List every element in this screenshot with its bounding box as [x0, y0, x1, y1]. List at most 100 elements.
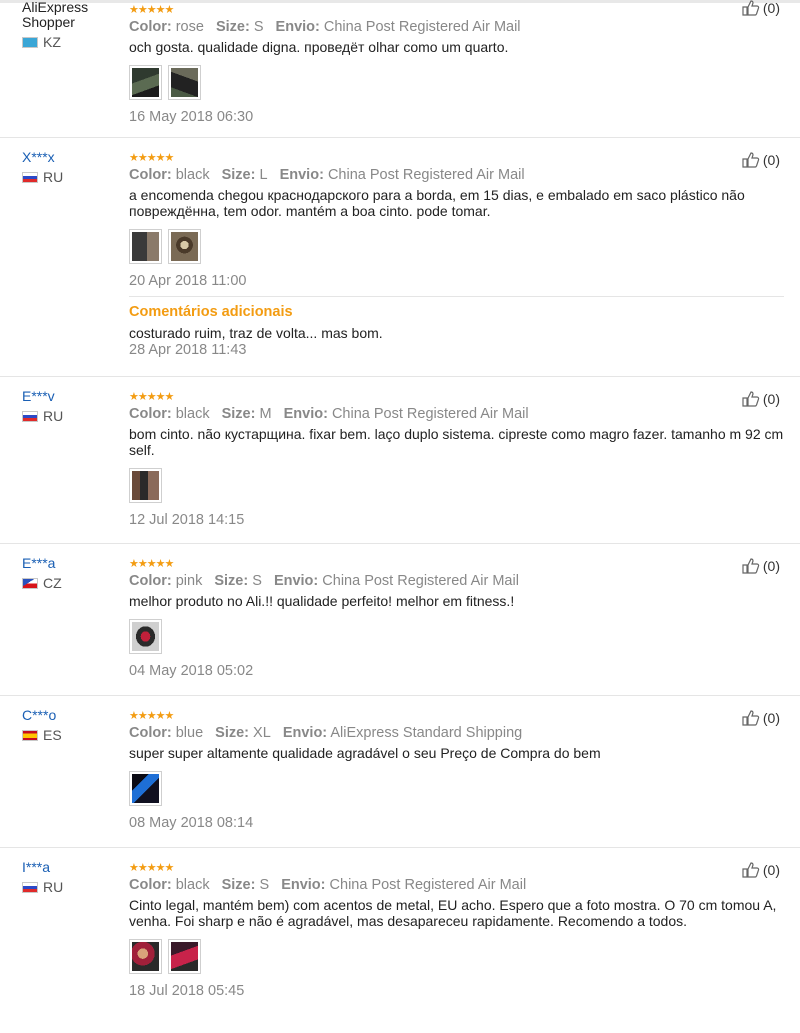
photo-thumbnails [129, 229, 784, 264]
country-code: ES [43, 727, 62, 743]
reviewer-country: KZ [22, 34, 122, 50]
review-item: E***a CZ (0) ★★★★★ Color: pink Size: S E… [0, 544, 800, 696]
helpful-button[interactable]: (0) [742, 391, 780, 407]
helpful-button[interactable]: (0) [742, 558, 780, 574]
color-value: black [175, 406, 210, 422]
shipping-label: Envio: [282, 725, 328, 741]
review-photo[interactable] [129, 619, 162, 654]
order-info: Color: pink Size: S Envio: China Post Re… [129, 572, 784, 590]
reviewer-info: X***x RU [22, 150, 122, 185]
helpful-count: (0) [762, 862, 780, 878]
size-value: S [253, 19, 264, 35]
thumbs-up-icon [742, 391, 760, 407]
shipping-value: China Post Registered Air Mail [329, 877, 527, 893]
rating-stars: ★★★★★ [129, 391, 174, 403]
reviewer-name[interactable]: E***v [22, 389, 122, 404]
review-date: 18 Jul 2018 05:45 [129, 983, 245, 999]
reviewer-info: AliExpress Shopper KZ [22, 0, 122, 50]
review-text: och gosta. qualidade digna. проведёт olh… [129, 39, 509, 55]
color-label: Color: [129, 877, 172, 893]
color-value: black [175, 167, 210, 183]
shipping-value: China Post Registered Air Mail [327, 167, 525, 183]
photo-thumbnails [129, 65, 784, 100]
review-photo[interactable] [129, 229, 162, 264]
review-photo[interactable] [168, 939, 201, 974]
shipping-label: Envio: [281, 877, 326, 893]
order-info: Color: blue Size: XL Envio: AliExpress S… [129, 724, 784, 742]
review-photo[interactable] [129, 65, 162, 100]
review-date: 16 May 2018 06:30 [129, 109, 254, 125]
additional-feedback: Comentários adicionais costurado ruim, t… [129, 296, 784, 367]
size-label: Size: [221, 877, 256, 893]
shipping-value: China Post Registered Air Mail [323, 19, 521, 35]
size-label: Size: [214, 573, 249, 589]
cz-flag-icon [22, 577, 38, 589]
size-value: S [252, 573, 262, 589]
reviewer-name[interactable]: E***a [22, 556, 122, 571]
country-code: KZ [43, 34, 61, 50]
review-photo[interactable] [168, 229, 201, 264]
helpful-button[interactable]: (0) [742, 710, 780, 726]
reviewer-name[interactable]: X***x [22, 150, 122, 165]
reviewer-info: E***v RU [22, 389, 122, 424]
helpful-button[interactable]: (0) [742, 152, 780, 168]
size-value: L [259, 167, 268, 183]
review-body: ★★★★★ Color: black Size: L Envio: China … [129, 138, 784, 367]
color-value: blue [175, 725, 204, 741]
reviewer-name[interactable]: C***o [22, 708, 122, 723]
review-body: ★★★★★ Color: black Size: S Envio: China … [129, 848, 784, 1012]
reviewer-country: RU [22, 169, 122, 185]
helpful-button[interactable]: (0) [742, 0, 780, 16]
reviewer-country: RU [22, 408, 122, 424]
review-date: 12 Jul 2018 14:15 [129, 512, 245, 528]
review-body: ★★★★★ Color: blue Size: XL Envio: AliExp… [129, 696, 784, 844]
review-photo[interactable] [129, 771, 162, 806]
shipping-label: Envio: [273, 573, 319, 589]
review-body: ★★★★★ Color: black Size: M Envio: China … [129, 377, 784, 541]
review-date: 20 Apr 2018 11:00 [129, 273, 247, 289]
color-value: rose [175, 19, 204, 35]
additional-feedback-title: Comentários adicionais [129, 304, 293, 320]
helpful-count: (0) [762, 710, 780, 726]
size-value: M [259, 406, 272, 422]
country-code: RU [43, 169, 64, 185]
rating-stars: ★★★★★ [129, 558, 174, 570]
reviewer-name: AliExpress Shopper [22, 0, 89, 30]
color-label: Color: [129, 406, 172, 422]
color-label: Color: [129, 167, 172, 183]
es-flag-icon [22, 729, 38, 741]
photo-thumbnails [129, 771, 784, 806]
shipping-label: Envio: [275, 19, 320, 35]
shipping-label: Envio: [283, 406, 328, 422]
size-label: Size: [221, 167, 256, 183]
review-photo[interactable] [129, 939, 162, 974]
rating-stars: ★★★★★ [129, 710, 174, 722]
country-code: CZ [43, 575, 62, 591]
thumbs-up-icon [742, 862, 760, 878]
additional-feedback-text: costurado ruim, traz de volta... mas bom… [129, 325, 383, 341]
size-value: XL [253, 725, 271, 741]
rating-stars: ★★★★★ [129, 152, 174, 164]
shipping-label: Envio: [279, 167, 324, 183]
review-body: ★★★★★ Color: rose Size: S Envio: China P… [129, 0, 784, 138]
order-info: Color: black Size: L Envio: China Post R… [129, 166, 784, 184]
photo-thumbnails [129, 468, 784, 503]
review-text: bom cinto. não кустарщина. fixar bem. la… [129, 426, 784, 458]
review-item: AliExpress Shopper KZ (0) ★★★★★ Color: r… [0, 0, 800, 138]
reviewer-name[interactable]: I***a [22, 860, 122, 875]
review-photo[interactable] [168, 65, 201, 100]
country-code: RU [43, 408, 64, 424]
review-photo[interactable] [129, 468, 162, 503]
helpful-button[interactable]: (0) [742, 862, 780, 878]
order-info: Color: black Size: S Envio: China Post R… [129, 876, 784, 894]
reviewer-country: CZ [22, 575, 122, 591]
helpful-count: (0) [762, 0, 780, 16]
size-value: S [259, 877, 270, 893]
photo-thumbnails [129, 619, 784, 654]
reviewer-info: C***o ES [22, 708, 122, 743]
helpful-count: (0) [762, 152, 780, 168]
rating-stars: ★★★★★ [129, 4, 174, 16]
photo-thumbnails [129, 939, 784, 974]
review-item: E***v RU (0) ★★★★★ Color: black Size: M … [0, 377, 800, 544]
color-label: Color: [129, 725, 172, 741]
